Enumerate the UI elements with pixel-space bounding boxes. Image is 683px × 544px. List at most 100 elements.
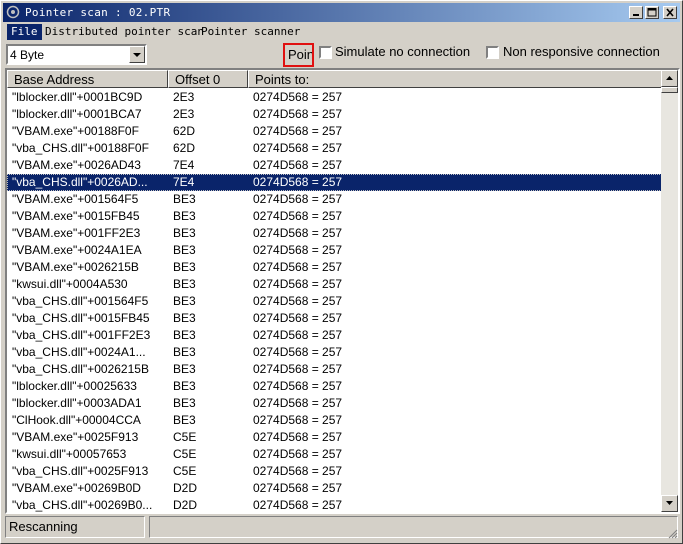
table-row[interactable]: "vba_CHS.dll"+0026AD... 7E4 0274D568 = 257: [7, 174, 662, 191]
cell-base-address: "vba_CHS.dll"+00188F0F: [12, 141, 149, 155]
cell-offset-0: BE3: [173, 226, 196, 240]
cell-offset-0: BE3: [173, 328, 196, 342]
cell-base-address: "vba_CHS.dll"+0024A1...: [12, 345, 146, 359]
scroll-up-arrow-icon: [666, 76, 673, 80]
cell-points-to: 0274D568 = 257: [253, 498, 343, 512]
cell-offset-0: C5E: [173, 464, 197, 478]
value-type-selected: 4 Byte: [10, 48, 45, 62]
app-icon: [6, 5, 20, 19]
close-icon: [666, 8, 674, 17]
cell-offset-0: BE3: [173, 413, 196, 427]
title-bar[interactable]: Pointer scan : 02.PTR: [3, 3, 680, 22]
table-row[interactable]: "VBAM.exe"+001564F5 BE3 0274D568 = 257: [7, 191, 662, 208]
cell-offset-0: BE3: [173, 396, 196, 410]
cell-base-address: "VBAM.exe"+001FF2E3: [12, 226, 141, 240]
table-row[interactable]: "kwsui.dll"+0004A530 BE3 0274D568 = 257: [7, 276, 662, 293]
column-header-base-address[interactable]: Base Address: [7, 70, 168, 88]
value-type-select[interactable]: 4 Byte: [6, 44, 147, 65]
cell-base-address: "vba_CHS.dll"+001FF2E3: [12, 328, 151, 342]
cell-offset-0: 62D: [173, 141, 196, 155]
simulate-no-connection-checkbox[interactable]: [319, 46, 332, 59]
minimize-button[interactable]: [629, 6, 643, 19]
menu-file[interactable]: File: [7, 24, 42, 40]
table-row[interactable]: "vba_CHS.dll"+0025F913 C5E 0274D568 = 257: [7, 463, 662, 480]
table-row[interactable]: "VBAM.exe"+0015FB45 BE3 0274D568 = 257: [7, 208, 662, 225]
scroll-thumb[interactable]: [661, 87, 678, 93]
cell-base-address: "vba_CHS.dll"+0026AD...: [12, 175, 148, 189]
cell-points-to: 0274D568 = 257: [253, 413, 343, 427]
size-grip-icon[interactable]: [668, 529, 678, 539]
dropdown-arrow-icon: [133, 53, 141, 57]
cell-points-to: 0274D568 = 257: [253, 294, 343, 308]
cell-offset-0: BE3: [173, 294, 196, 308]
close-button[interactable]: [663, 6, 677, 19]
cell-offset-0: BE3: [173, 379, 196, 393]
cell-base-address: "VBAM.exe"+0026AD43: [12, 158, 141, 172]
cell-points-to: 0274D568 = 257: [253, 107, 343, 121]
cell-points-to: 0274D568 = 257: [253, 277, 343, 291]
non-responsive-connection-checkbox[interactable]: [486, 46, 499, 59]
cell-points-to: 0274D568 = 257: [253, 328, 343, 342]
menu-distributed-pointer-scan[interactable]: Distributed pointer scan: [41, 24, 208, 40]
table-row[interactable]: "vba_CHS.dll"+00269B0... D2D 0274D568 = 25…: [7, 497, 662, 512]
table-row[interactable]: "VBAM.exe"+0024A1EA BE3 0274D568 = 257: [7, 242, 662, 259]
cell-offset-0: C5E: [173, 447, 197, 461]
table-row[interactable]: "VBAM.exe"+0026215B BE3 0274D568 = 257: [7, 259, 662, 276]
scroll-down-button[interactable]: [661, 495, 678, 512]
cell-points-to: 0274D568 = 257: [253, 260, 343, 274]
table-row[interactable]: "lblocker.dll"+0001BC9D 2E3 0274D568 = 257: [7, 89, 662, 106]
menu-pointer-scanner[interactable]: Pointer scanner: [197, 24, 304, 40]
cell-offset-0: D2D: [173, 481, 198, 495]
pointer-scan-window: Pointer scan : 02.PTR File Distributed p…: [0, 0, 683, 544]
value-type-dropdown-button[interactable]: [129, 46, 145, 63]
table-row[interactable]: "VBAM.exe"+00269B0D D2D 0274D568 = 257: [7, 480, 662, 497]
table-row[interactable]: "vba_CHS.dll"+0015FB45 BE3 0274D568 = 257: [7, 310, 662, 327]
pointer-label-highlighted: Poin: [283, 43, 314, 67]
cell-offset-0: BE3: [173, 260, 196, 274]
cell-base-address: "vba_CHS.dll"+001564F5: [12, 294, 149, 308]
column-header-offset-0[interactable]: Offset 0: [168, 70, 248, 88]
table-row[interactable]: "VBAM.exe"+0025F913 C5E 0274D568 = 257: [7, 429, 662, 446]
table-row[interactable]: "VBAM.exe"+0026AD43 7E4 0274D568 = 257: [7, 157, 662, 174]
table-row[interactable]: "kwsui.dll"+00057653 C5E 0274D568 = 257: [7, 446, 662, 463]
simulate-no-connection-label[interactable]: Simulate no connection: [335, 44, 470, 59]
table-row[interactable]: "lblocker.dll"+0003ADA1 BE3 0274D568 = 257: [7, 395, 662, 412]
cell-offset-0: BE3: [173, 209, 196, 223]
cell-points-to: 0274D568 = 257: [253, 311, 343, 325]
cell-base-address: "VBAM.exe"+00188F0F: [12, 124, 139, 138]
table-row[interactable]: "VBAM.exe"+001FF2E3 BE3 0274D568 = 257: [7, 225, 662, 242]
menu-bar: File Distributed pointer scan Pointer sc…: [3, 23, 680, 41]
cell-base-address: "VBAM.exe"+0024A1EA: [12, 243, 142, 257]
cell-offset-0: 2E3: [173, 90, 195, 104]
maximize-button[interactable]: [645, 6, 659, 19]
cell-points-to: 0274D568 = 257: [253, 447, 343, 461]
pointer-results-list[interactable]: Base Address Offset 0 Points to: "lblock…: [5, 68, 680, 514]
maximize-icon: [647, 8, 657, 17]
table-row[interactable]: "lblocker.dll"+00025633 BE3 0274D568 = 257: [7, 378, 662, 395]
scroll-up-button[interactable]: [661, 70, 678, 87]
cell-points-to: 0274D568 = 257: [253, 175, 343, 189]
table-row[interactable]: "vba_CHS.dll"+001564F5 BE3 0274D568 = 257: [7, 293, 662, 310]
cell-points-to: 0274D568 = 257: [253, 345, 343, 359]
status-text: Rescanning: [5, 516, 145, 538]
vertical-scrollbar[interactable]: [661, 70, 678, 512]
table-row[interactable]: "lblocker.dll"+0001BCA7 2E3 0274D568 = 257: [7, 106, 662, 123]
cell-points-to: 0274D568 = 257: [253, 141, 343, 155]
cell-base-address: "VBAM.exe"+0025F913: [12, 430, 139, 444]
table-row[interactable]: "vba_CHS.dll"+0024A1... BE3 0274D568 = 257: [7, 344, 662, 361]
cell-points-to: 0274D568 = 257: [253, 362, 343, 376]
cell-points-to: 0274D568 = 257: [253, 158, 343, 172]
cell-base-address: "lblocker.dll"+0003ADA1: [12, 396, 142, 410]
cell-base-address: "vba_CHS.dll"+0025F913: [12, 464, 149, 478]
table-row[interactable]: "VBAM.exe"+00188F0F 62D 0274D568 = 257: [7, 123, 662, 140]
table-row[interactable]: "vba_CHS.dll"+0026215B BE3 0274D568 = 257: [7, 361, 662, 378]
non-responsive-connection-label[interactable]: Non responsive connection: [503, 44, 660, 59]
cell-points-to: 0274D568 = 257: [253, 192, 343, 206]
cell-offset-0: 62D: [173, 124, 196, 138]
column-header-points-to[interactable]: Points to:: [248, 70, 662, 88]
table-row[interactable]: "vba_CHS.dll"+001FF2E3 BE3 0274D568 = 257: [7, 327, 662, 344]
cell-offset-0: BE3: [173, 345, 196, 359]
table-row[interactable]: "ClHook.dll"+00004CCA BE3 0274D568 = 257: [7, 412, 662, 429]
table-row[interactable]: "vba_CHS.dll"+00188F0F 62D 0274D568 = 257: [7, 140, 662, 157]
window-title: Pointer scan : 02.PTR: [25, 6, 171, 19]
